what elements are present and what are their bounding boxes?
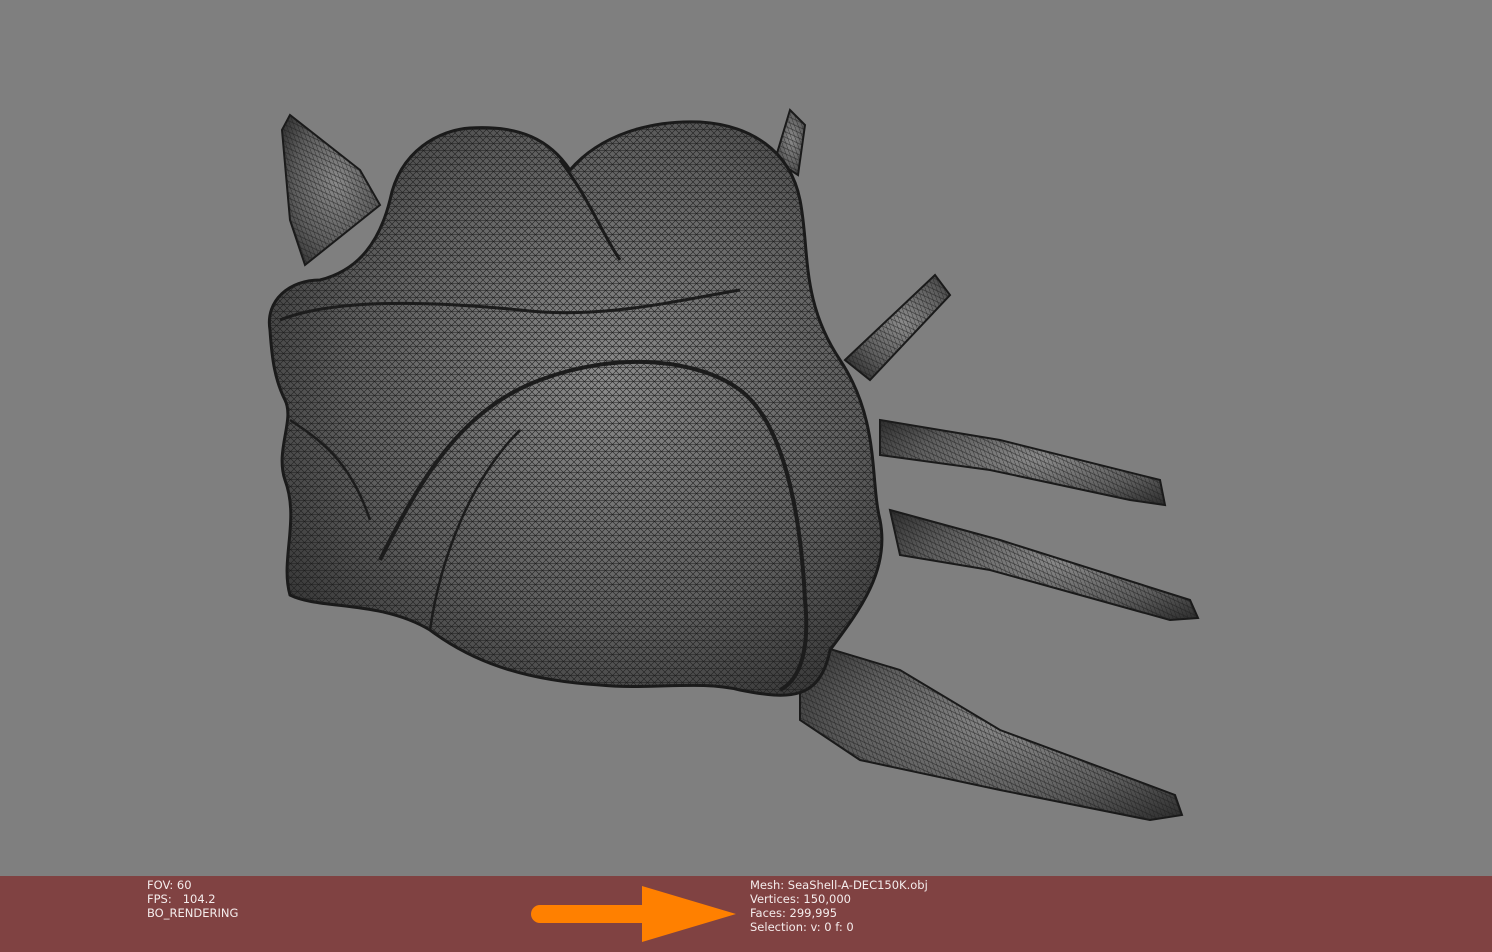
- fps-readout: FPS: 104.2: [147, 892, 216, 906]
- 3d-viewport[interactable]: [0, 0, 1492, 876]
- seashell-mesh: [267, 108, 1200, 822]
- render-mode-readout: BO_RENDERING: [147, 906, 239, 920]
- face-count-readout: Faces: 299,995: [750, 906, 838, 920]
- arrow-right-icon: [531, 886, 736, 942]
- vertex-count-readout: Vertices: 150,000: [750, 892, 851, 906]
- fov-readout: FOV: 60: [147, 878, 192, 892]
- mesh-name-readout: Mesh: SeaShell-A-DEC150K.obj: [750, 878, 928, 892]
- selection-readout: Selection: v: 0 f: 0: [750, 920, 854, 934]
- status-info-bar: FOV: 60 FPS: 104.2 BO_RENDERING Mesh: Se…: [0, 876, 1492, 952]
